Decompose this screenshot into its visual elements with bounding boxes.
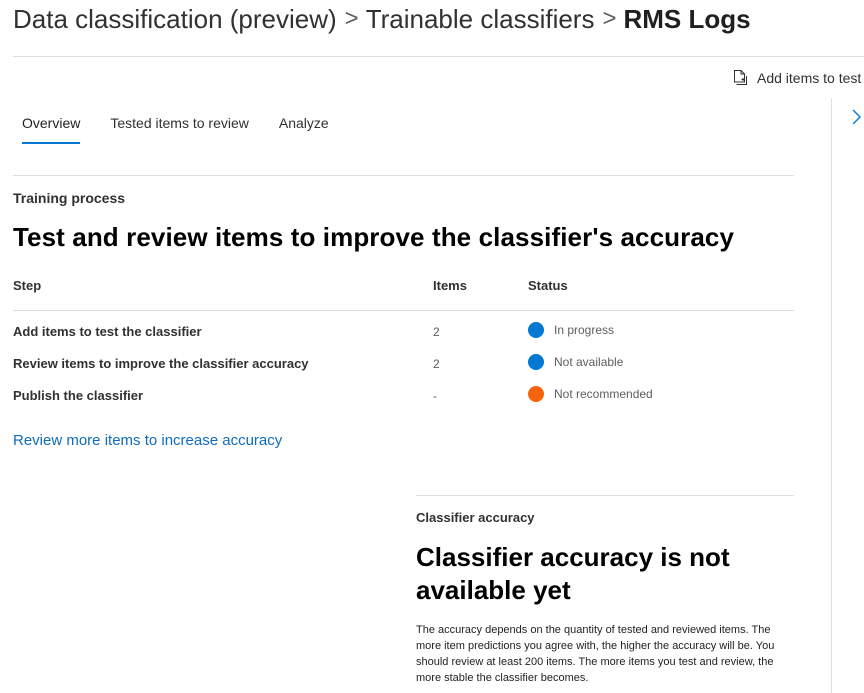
add-items-to-test-label: Add items to test [757, 70, 862, 86]
tab-analyze[interactable]: Analyze [279, 115, 329, 144]
side-panel-divider [831, 98, 832, 693]
status-text: Not available [554, 355, 624, 369]
step-status: Not available [528, 354, 623, 370]
accuracy-divider [416, 495, 794, 496]
step-name: Review items to improve the classifier a… [13, 356, 309, 371]
breadcrumb-item-trainable-classifiers[interactable]: Trainable classifiers [366, 4, 595, 35]
page-title: RMS Logs [623, 4, 751, 34]
table-row: Publish the classifier - Not recommended [13, 380, 794, 412]
classifier-details-page: Data classification (preview) > Trainabl… [0, 0, 864, 693]
document-add-icon [731, 69, 749, 87]
header-divider [13, 56, 864, 57]
tab-tested-items-to-review[interactable]: Tested items to review [110, 115, 249, 144]
status-text: In progress [554, 323, 615, 337]
add-items-to-test-button[interactable]: Add items to test [731, 69, 861, 87]
step-name: Add items to test the classifier [13, 324, 202, 339]
classifier-accuracy-description: The accuracy depends on the quantity of … [416, 624, 775, 684]
tab-list: Overview Tested items to review Analyze [22, 115, 329, 144]
status-text: Not recommended [554, 387, 653, 401]
breadcrumb-separator-icon: > [344, 5, 359, 32]
step-items-count: - [433, 389, 437, 403]
step-name: Publish the classifier [13, 388, 144, 403]
step-items-count: 2 [433, 325, 440, 339]
status-dot-icon [528, 386, 544, 402]
table-row: Add items to test the classifier 2 In pr… [13, 316, 794, 348]
step-items-count: 2 [433, 357, 440, 371]
classifier-accuracy-heading: Classifier accuracy is not available yet [416, 542, 730, 605]
status-dot-icon [528, 322, 544, 338]
table-header-divider [13, 310, 794, 311]
classifier-accuracy-label: Classifier accuracy [416, 510, 535, 525]
table-row: Review items to improve the classifier a… [13, 348, 794, 380]
tab-overview[interactable]: Overview [22, 115, 81, 144]
breadcrumb: Data classification (preview) > Trainabl… [13, 4, 751, 35]
step-status: Not recommended [528, 386, 653, 402]
breadcrumb-item-data-classification[interactable]: Data classification (preview) [13, 4, 337, 35]
section-divider [13, 175, 794, 176]
status-dot-icon [528, 354, 544, 370]
column-header-step: Step [13, 278, 42, 293]
training-process-heading: Test and review items to improve the cla… [13, 222, 735, 252]
column-header-status: Status [528, 278, 568, 293]
step-status: In progress [528, 322, 614, 338]
review-more-items-link[interactable]: Review more items to increase accuracy [13, 432, 282, 449]
column-header-items: Items [433, 278, 467, 293]
breadcrumb-separator-icon: > [602, 5, 617, 32]
training-process-label: Training process [13, 190, 126, 206]
chevron-right-icon[interactable] [849, 106, 864, 128]
